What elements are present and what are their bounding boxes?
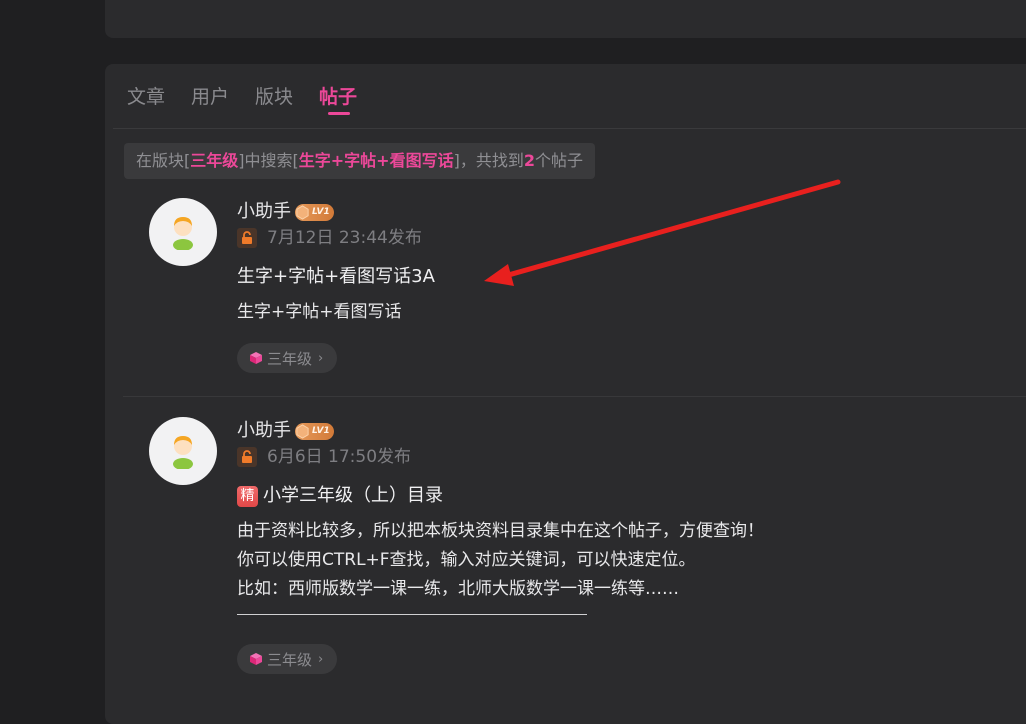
- avatar[interactable]: [149, 417, 217, 485]
- tab-articles[interactable]: 文章: [127, 84, 165, 110]
- summary-suffix: ]，共找到: [453, 151, 524, 170]
- post-excerpt: 由于资料比较多，所以把本板块资料目录集中在这个帖子，方便查询！ 你可以使用CTRL…: [237, 517, 764, 604]
- search-tabs: 文章 用户 版块 帖子: [127, 84, 383, 115]
- author-row: 小助手 LV1: [237, 419, 334, 443]
- level-hex-icon: [296, 204, 309, 220]
- post-meta: 7月12日 23:44发布: [237, 226, 422, 250]
- summary-keyword: 生字+字帖+看图写话: [298, 151, 454, 170]
- post-excerpt: 生字+字帖+看图写话: [237, 302, 402, 322]
- author-name[interactable]: 小助手: [237, 419, 291, 443]
- post-meta: 6月6日 17:50发布: [237, 445, 411, 469]
- user-avatar-icon: [173, 436, 193, 469]
- level-badge: LV1: [295, 203, 334, 221]
- summary-board: 三年级: [190, 151, 239, 170]
- level-text: LV1: [312, 207, 330, 217]
- featured-badge: 精: [237, 485, 258, 507]
- board-tag-label: 三年级: [267, 650, 313, 669]
- author-row: 小助手 LV1: [237, 200, 334, 224]
- search-results-card: 文章 用户 版块 帖子 在版块[三年级]中搜索[生字+字帖+看图写话]，共找到2…: [105, 64, 1026, 724]
- summary-prefix: 在版块[: [136, 151, 191, 170]
- post-title-text[interactable]: 小学三年级（上）目录: [263, 483, 443, 509]
- unlock-icon: [237, 447, 257, 467]
- level-hex-icon: [296, 423, 309, 439]
- summary-count: 2: [523, 151, 535, 170]
- post-time: 7月12日 23:44发布: [267, 228, 422, 248]
- post-divider: [123, 396, 1026, 397]
- unlock-icon: [237, 228, 257, 248]
- post-excerpt-line: 你可以使用CTRL+F查找，输入对应关键词，可以快速定位。: [237, 550, 696, 570]
- cube-icon: [250, 653, 262, 665]
- chevron-right-icon: ›: [318, 350, 324, 366]
- tabs-divider: [113, 128, 1026, 129]
- cube-icon: [250, 352, 262, 364]
- board-tag-chip[interactable]: 三年级 ›: [237, 343, 338, 373]
- author-name[interactable]: 小助手: [237, 200, 291, 224]
- summary-tail: 个帖子: [534, 151, 583, 170]
- top-card: [105, 0, 1026, 38]
- tab-users[interactable]: 用户: [191, 84, 229, 110]
- level-text: LV1: [312, 426, 330, 436]
- search-summary: 在版块[三年级]中搜索[生字+字帖+看图写话]，共找到2个帖子: [124, 143, 595, 179]
- post-excerpt-rule: [237, 614, 587, 615]
- post-title-text[interactable]: 生字+字帖+看图写话3A: [237, 264, 435, 290]
- post-time: 6月6日 17:50发布: [267, 447, 412, 467]
- summary-mid: ]中搜索[: [238, 151, 299, 170]
- board-tag-chip[interactable]: 三年级 ›: [237, 644, 338, 674]
- post-excerpt-line: 由于资料比较多，所以把本板块资料目录集中在这个帖子，方便查询！: [237, 521, 764, 541]
- user-avatar-icon: [173, 217, 193, 250]
- level-badge: LV1: [295, 422, 334, 440]
- board-tag-label: 三年级: [267, 349, 313, 368]
- post-title[interactable]: 精 小学三年级（上）目录: [237, 483, 443, 509]
- chevron-right-icon: ›: [318, 651, 324, 667]
- tab-posts[interactable]: 帖子: [319, 84, 357, 115]
- avatar[interactable]: [149, 198, 217, 266]
- post-title[interactable]: 生字+字帖+看图写话3A: [237, 264, 435, 290]
- post-excerpt-line: 比如：西师版数学一课一练，北师大版数学一课一练等……: [237, 579, 679, 599]
- tab-boards[interactable]: 版块: [255, 84, 293, 110]
